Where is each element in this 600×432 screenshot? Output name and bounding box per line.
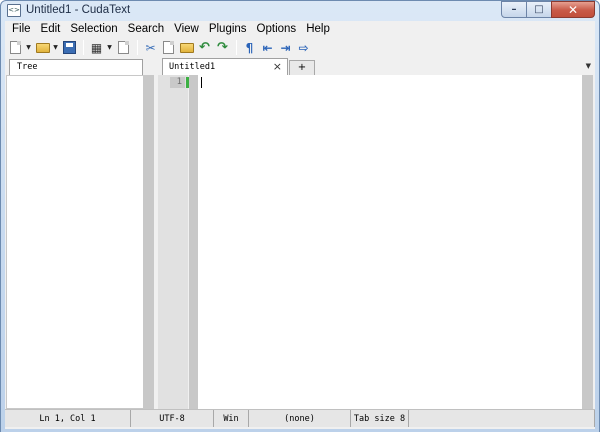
- status-position[interactable]: Ln 1, Col 1: [5, 410, 131, 427]
- text-caret: [201, 77, 202, 88]
- line-number: 1: [170, 77, 185, 88]
- tab-tree-label: Tree: [17, 62, 38, 72]
- tab-row: Tree Untitled1 × + ▼: [5, 57, 595, 75]
- new-file-icon: [10, 41, 21, 54]
- tree-scrollbar[interactable]: [144, 75, 154, 409]
- close-button[interactable]: ✕: [551, 1, 595, 18]
- tab-close-icon[interactable]: ×: [273, 60, 282, 73]
- unprinted-button[interactable]: ¶: [241, 40, 258, 56]
- window-title: Untitled1 - CudaText: [26, 4, 131, 16]
- toolbar-separator: [137, 40, 138, 55]
- menu-bar: File Edit Selection Search View Plugins …: [5, 21, 595, 38]
- save-icon: [63, 41, 76, 54]
- paste-icon: [179, 42, 194, 53]
- find-dropdown[interactable]: ▼: [106, 40, 113, 56]
- status-empty: [409, 410, 595, 427]
- redo-button[interactable]: ↷: [214, 40, 231, 56]
- copy-button[interactable]: [160, 40, 177, 56]
- copy-icon: [163, 41, 174, 54]
- status-line-ending[interactable]: Win: [214, 410, 249, 427]
- open-folder-icon: [35, 42, 50, 53]
- find-icon: ▦: [90, 40, 103, 55]
- open-dropdown[interactable]: ▼: [52, 40, 59, 56]
- maximize-button[interactable]: □: [526, 1, 552, 18]
- tabs-dropdown-icon[interactable]: ▼: [586, 62, 591, 70]
- fold-bar[interactable]: [189, 75, 198, 409]
- undo-icon: ↶: [199, 40, 210, 55]
- line-number-gutter[interactable]: 1: [158, 75, 188, 409]
- add-tab-button[interactable]: +: [289, 60, 315, 75]
- status-bar: Ln 1, Col 1 UTF-8 Win (none) Tab size 8: [5, 409, 595, 427]
- move-button[interactable]: ⇨: [295, 40, 312, 56]
- window-controls: – □ ✕: [501, 1, 595, 19]
- menu-selection[interactable]: Selection: [65, 21, 122, 38]
- title-bar[interactable]: <> Untitled1 - CudaText – □ ✕: [1, 1, 599, 21]
- status-lexer[interactable]: (none): [249, 410, 351, 427]
- app-icon[interactable]: <>: [7, 4, 21, 17]
- status-encoding[interactable]: UTF-8: [131, 410, 214, 427]
- tab-untitled1-label: Untitled1: [169, 62, 216, 72]
- undo-button[interactable]: ↶: [196, 40, 213, 56]
- menu-options[interactable]: Options: [252, 21, 302, 38]
- toolbar-separator: [236, 40, 237, 55]
- minimize-button[interactable]: –: [501, 1, 527, 18]
- move-icon: ⇨: [298, 40, 309, 55]
- cut-button[interactable]: ✂: [142, 40, 159, 56]
- client-area: File Edit Selection Search View Plugins …: [5, 21, 595, 429]
- menu-search[interactable]: Search: [123, 21, 169, 38]
- editor-text-area[interactable]: [198, 75, 582, 409]
- open-button[interactable]: [34, 40, 51, 56]
- cut-icon: ✂: [145, 40, 156, 55]
- save-button[interactable]: [61, 40, 78, 56]
- tab-untitled1[interactable]: Untitled1 ×: [162, 58, 288, 75]
- tree-panel[interactable]: [6, 75, 144, 409]
- goto-button[interactable]: [115, 40, 132, 56]
- menu-edit[interactable]: Edit: [36, 21, 66, 38]
- new-file-dropdown[interactable]: ▼: [25, 40, 32, 56]
- indent-icon: ⇤: [262, 40, 273, 55]
- tab-tree[interactable]: Tree: [9, 59, 143, 75]
- paste-button[interactable]: [178, 40, 195, 56]
- menu-plugins[interactable]: Plugins: [204, 21, 252, 38]
- find-button[interactable]: ▦: [88, 40, 105, 56]
- editor-scrollbar[interactable]: [582, 75, 593, 409]
- menu-help[interactable]: Help: [301, 21, 335, 38]
- unindent-icon: ⇥: [280, 40, 291, 55]
- pilcrow-icon: ¶: [245, 40, 254, 55]
- toolbar-separator: [83, 40, 84, 55]
- new-file-button[interactable]: [7, 40, 24, 56]
- goto-icon: [118, 41, 129, 54]
- menu-view[interactable]: View: [169, 21, 204, 38]
- toolbar: ▼ ▼ ▦ ▼ ✂ ↶ ↷ ¶ ⇤ ⇥ ⇨: [5, 38, 595, 57]
- menu-file[interactable]: File: [7, 21, 36, 38]
- status-tab-size[interactable]: Tab size 8: [351, 410, 409, 427]
- indent-button[interactable]: ⇤: [259, 40, 276, 56]
- unindent-button[interactable]: ⇥: [277, 40, 294, 56]
- redo-icon: ↷: [217, 40, 228, 55]
- app-window: <> Untitled1 - CudaText – □ ✕ File Edit …: [0, 0, 600, 432]
